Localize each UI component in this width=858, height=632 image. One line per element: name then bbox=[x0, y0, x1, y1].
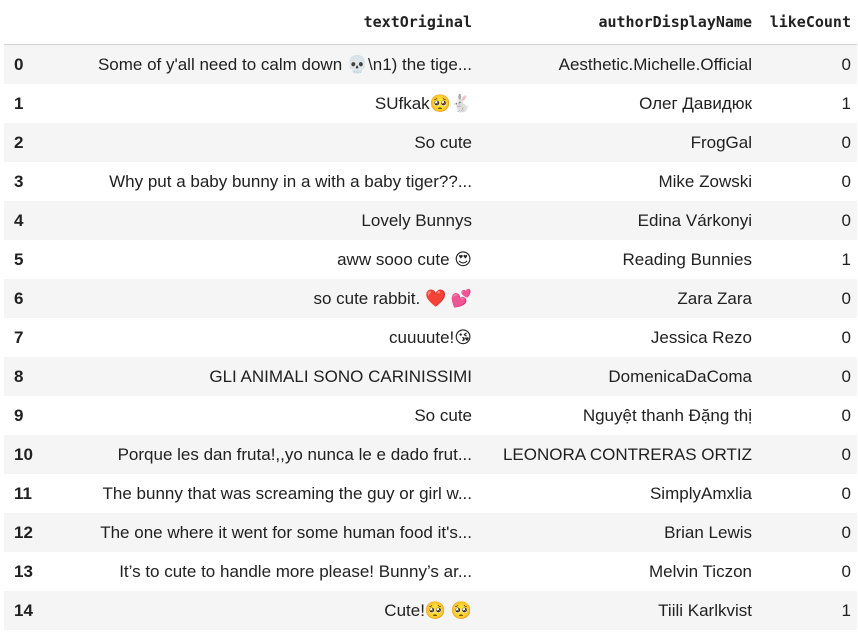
table-row: 10 Porque les dan fruta!,,yo nunca le e d… bbox=[4, 435, 857, 474]
cell-author-display-name: DomenicaDaComa bbox=[608, 366, 752, 386]
cell-author-display-name: Edina Várkonyi bbox=[637, 210, 752, 230]
column-header-author-display-name: authorDisplayName bbox=[478, 0, 758, 45]
row-index: 0 bbox=[14, 54, 24, 74]
dataframe-table: textOriginal authorDisplayName likeCount… bbox=[4, 0, 857, 630]
table-row: 14 Cute!🥺 🥺 Tiili Karlkvist 1 bbox=[4, 591, 857, 630]
table-row: 11 The bunny that was screaming the guy o… bbox=[4, 474, 857, 513]
cell-like-count: 0 bbox=[841, 54, 851, 74]
row-index: 13 bbox=[14, 561, 33, 581]
cell-author-display-name: SimplyAmxlia bbox=[649, 483, 752, 503]
row-index: 8 bbox=[14, 366, 24, 386]
cell-text-original: cuuuute!😘 bbox=[389, 327, 472, 347]
row-index: 4 bbox=[14, 210, 24, 230]
cell-like-count: 0 bbox=[841, 327, 851, 347]
column-header-like-count: likeCount bbox=[758, 0, 857, 45]
cell-text-original: So cute bbox=[414, 132, 472, 152]
cell-author-display-name: Reading Bunnies bbox=[622, 249, 752, 269]
row-index: 3 bbox=[14, 171, 24, 191]
table-row: 5 aww sooo cute 😍 Reading Bunnies 1 bbox=[4, 240, 857, 279]
cell-like-count: 1 bbox=[841, 600, 851, 620]
cell-author-display-name: Zara Zara bbox=[677, 288, 752, 308]
table-row: 4 Lovely Bunnys Edina Várkonyi 0 bbox=[4, 201, 857, 240]
cell-like-count: 1 bbox=[841, 93, 851, 113]
table-row: 3 Why put a baby bunny in a with a baby t… bbox=[4, 162, 857, 201]
cell-like-count: 0 bbox=[841, 522, 851, 542]
row-index: 10 bbox=[14, 444, 33, 464]
cell-text-original: Some of y'all need to calm down 💀\n1) th… bbox=[97, 54, 472, 74]
cell-like-count: 0 bbox=[841, 171, 851, 191]
header-row: textOriginal authorDisplayName likeCount bbox=[4, 0, 857, 45]
row-index: 1 bbox=[14, 93, 24, 113]
row-index: 11 bbox=[14, 483, 32, 503]
row-index: 14 bbox=[14, 600, 33, 620]
cell-author-display-name: Jessica Rezo bbox=[650, 327, 752, 347]
cell-text-original: Cute!🥺 🥺 bbox=[384, 600, 472, 620]
cell-text-original: SUfkak🥺🐇 bbox=[374, 93, 472, 113]
row-index: 2 bbox=[14, 132, 24, 152]
cell-like-count: 0 bbox=[841, 210, 851, 230]
cell-text-original: The one where it went for some human foo… bbox=[100, 522, 472, 542]
cell-text-original: GLI ANIMALI SONO CARINISSIMI bbox=[209, 366, 472, 386]
cell-like-count: 0 bbox=[841, 132, 851, 152]
column-header-text-original: textOriginal bbox=[64, 0, 478, 45]
cell-like-count: 0 bbox=[841, 561, 851, 581]
table-body: 0 Some of y'all need to calm down 💀\n1) t… bbox=[4, 44, 857, 630]
table-row: 13 It’s to cute to handle more please! Bu… bbox=[4, 552, 857, 591]
table-row: 12 The one where it went for some human f… bbox=[4, 513, 857, 552]
cell-author-display-name: Tiili Karlkvist bbox=[658, 600, 752, 620]
cell-author-display-name: LEONORA CONTRERAS ORTIZ bbox=[502, 444, 752, 464]
cell-author-display-name: Aesthetic.Michelle.Official bbox=[558, 54, 752, 74]
cell-text-original: The bunny that was screaming the guy or … bbox=[102, 483, 472, 503]
table-row: 7 cuuuute!😘 Jessica Rezo 0 bbox=[4, 318, 857, 357]
cell-like-count: 0 bbox=[841, 405, 851, 425]
cell-author-display-name: Олег Давидюк bbox=[639, 93, 752, 113]
table-row: 8 GLI ANIMALI SONO CARINISSIMI DomenicaDaC… bbox=[4, 357, 857, 396]
table-row: 0 Some of y'all need to calm down 💀\n1) t… bbox=[4, 44, 857, 84]
table-row: 1 SUfkak🥺🐇 Олег Давидюк 1 bbox=[4, 84, 857, 123]
cell-text-original: So cute bbox=[414, 405, 472, 425]
index-column-header bbox=[4, 0, 64, 45]
cell-text-original: It’s to cute to handle more please! Bunn… bbox=[119, 561, 472, 581]
cell-text-original: Why put a baby bunny in a with a baby ti… bbox=[109, 171, 472, 191]
dataframe-container: textOriginal authorDisplayName likeCount… bbox=[0, 0, 858, 632]
row-index: 9 bbox=[14, 405, 24, 425]
cell-text-original: aww sooo cute 😍 bbox=[337, 249, 472, 269]
cell-like-count: 1 bbox=[841, 249, 851, 269]
table-row: 9 So cute Nguyệt thanh Đặng thị 0 bbox=[4, 396, 857, 435]
cell-like-count: 0 bbox=[841, 444, 851, 464]
cell-text-original: Lovely Bunnys bbox=[361, 210, 472, 230]
row-index: 12 bbox=[14, 522, 33, 542]
cell-author-display-name: Mike Zowski bbox=[658, 171, 752, 191]
cell-author-display-name: FrogGal bbox=[690, 132, 752, 152]
table-row: 2 So cute FrogGal 0 bbox=[4, 123, 857, 162]
row-index: 7 bbox=[14, 327, 24, 347]
row-index: 5 bbox=[14, 249, 24, 269]
cell-text-original: so cute rabbit. ❤️ 💕 bbox=[313, 288, 472, 308]
cell-author-display-name: Brian Lewis bbox=[664, 522, 752, 542]
cell-like-count: 0 bbox=[841, 288, 851, 308]
cell-like-count: 0 bbox=[841, 483, 851, 503]
cell-like-count: 0 bbox=[841, 366, 851, 386]
row-index: 6 bbox=[14, 288, 24, 308]
table-row: 6 so cute rabbit. ❤️ 💕 Zara Zara 0 bbox=[4, 279, 857, 318]
cell-author-display-name: Nguyệt thanh Đặng thị bbox=[582, 405, 752, 425]
cell-author-display-name: Melvin Ticzon bbox=[649, 561, 752, 581]
table-header: textOriginal authorDisplayName likeCount bbox=[4, 0, 857, 45]
cell-text-original: Porque les dan fruta!,,yo nunca le e dad… bbox=[117, 444, 472, 464]
